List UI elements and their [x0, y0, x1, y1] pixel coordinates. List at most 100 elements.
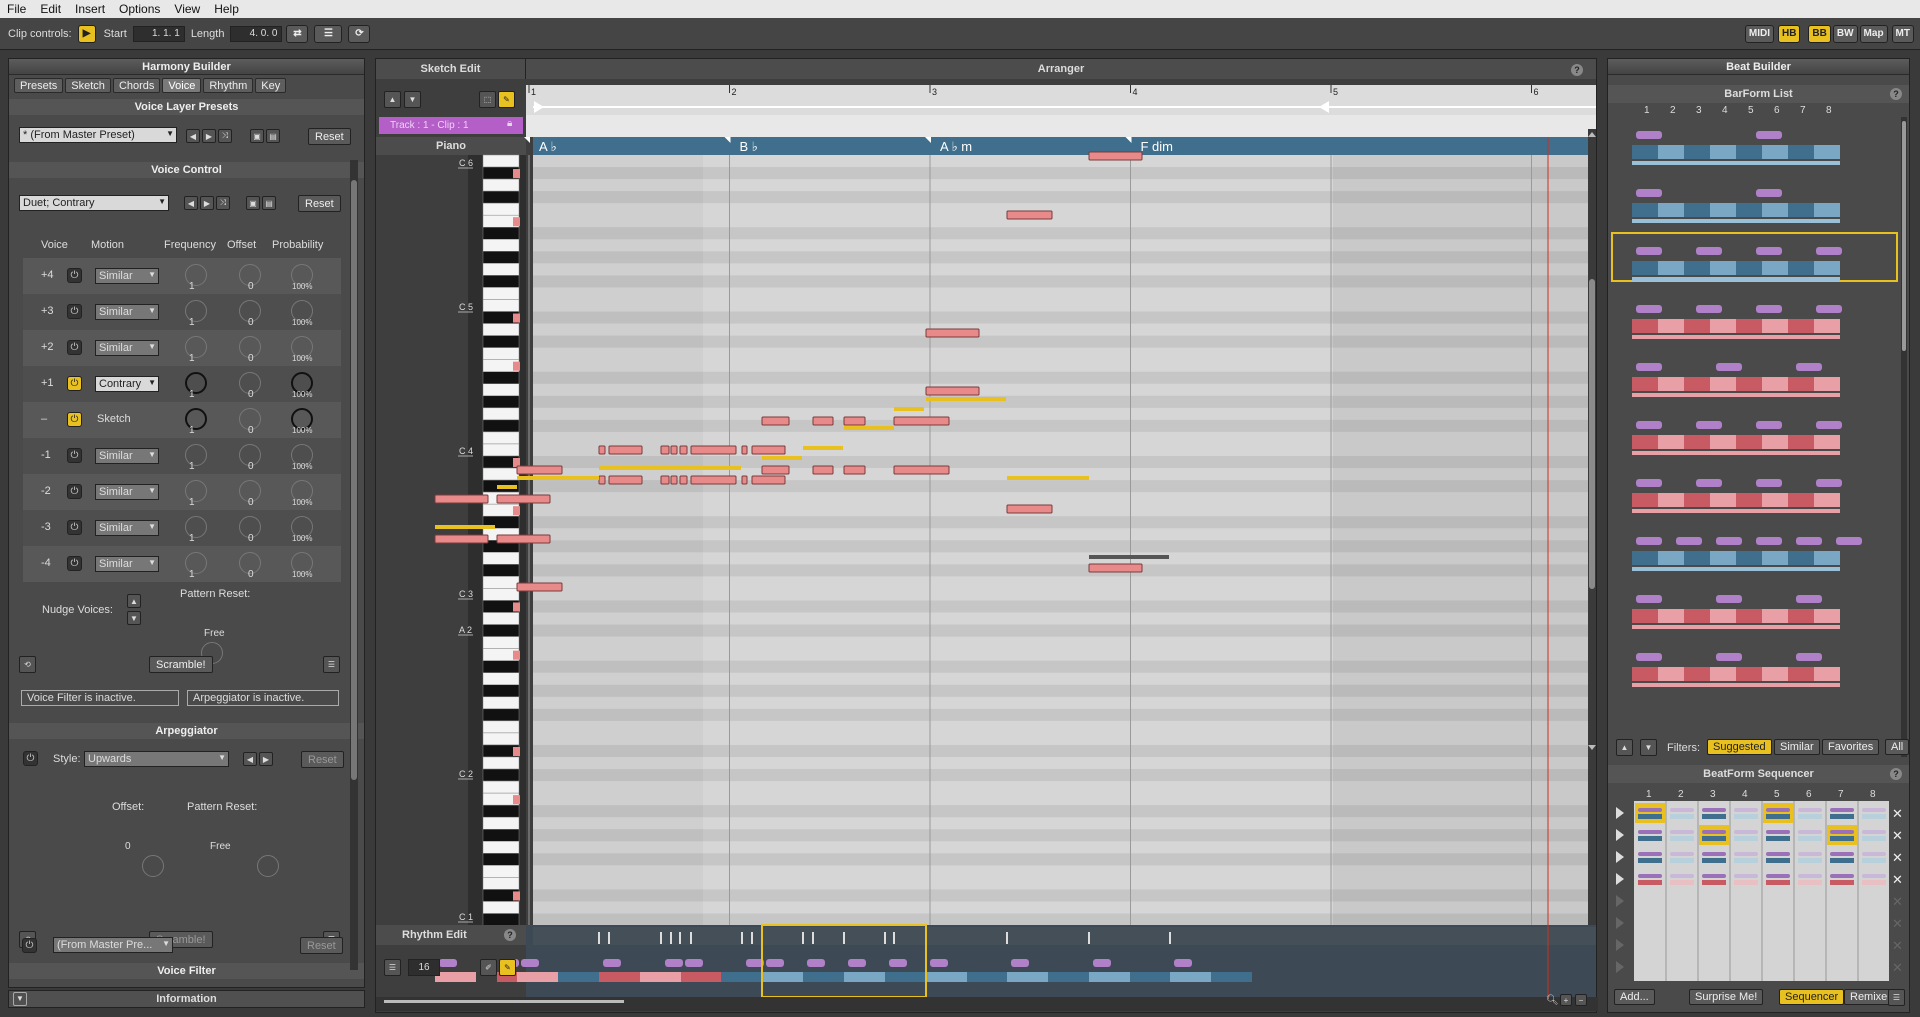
sequencer-button[interactable]: Sequencer	[1779, 989, 1845, 1005]
rhythm-voice-pill[interactable]	[1093, 959, 1111, 967]
voice-power-icon[interactable]: ⏻	[67, 412, 82, 427]
piano-black-key[interactable]	[482, 419, 520, 433]
loop-icon[interactable]: ⇄	[286, 24, 309, 43]
barform-row[interactable]	[1632, 123, 1635, 125]
tab-voice[interactable]: Voice	[162, 78, 202, 93]
voice-note[interactable]	[803, 446, 843, 450]
note[interactable]	[1088, 151, 1143, 161]
preset-reset-button[interactable]: Reset	[308, 128, 351, 145]
piano-white-key[interactable]	[482, 263, 520, 276]
rhythm-segment[interactable]	[844, 972, 885, 982]
rhythm-voice-pill[interactable]	[930, 959, 948, 967]
note[interactable]	[1006, 504, 1053, 514]
motion-select[interactable]: Contrary ▼	[95, 376, 159, 392]
rhythm-segment[interactable]	[803, 972, 844, 982]
barform-row[interactable]	[1632, 645, 1635, 647]
note[interactable]	[690, 475, 737, 485]
chord-label[interactable]: B ♭	[740, 139, 758, 154]
remove-row-icon[interactable]: ✕	[1892, 807, 1903, 822]
voice-filter-select[interactable]: (From Master Pre... ▼	[53, 937, 173, 953]
piano-black-key[interactable]	[482, 624, 520, 637]
barform-row[interactable]	[1632, 471, 1635, 473]
barform-row[interactable]	[1632, 239, 1635, 241]
voice-power-icon[interactable]: ⏻	[67, 376, 82, 391]
note[interactable]	[925, 328, 980, 338]
zoom-icon[interactable]: 🔍︎	[1546, 995, 1559, 1006]
voice-power-icon[interactable]: ⏻	[67, 268, 82, 283]
scroll-thumb[interactable]	[1589, 279, 1595, 589]
bb-button[interactable]: BB	[1808, 24, 1831, 43]
save-icon[interactable]: ▣	[246, 196, 260, 210]
chord-label[interactable]: A ♭	[539, 139, 557, 154]
row-expand-icon[interactable]	[1616, 807, 1624, 819]
piano-white-key[interactable]	[482, 841, 520, 854]
next-icon[interactable]: ▶	[202, 129, 216, 143]
motion-select[interactable]: Similar ▼	[95, 484, 159, 500]
row-expand-icon[interactable]	[1616, 873, 1624, 885]
delete-icon[interactable]: ▤	[262, 196, 276, 210]
save-icon[interactable]: ▣	[250, 129, 264, 143]
rhythm-voice-pill[interactable]	[603, 959, 621, 967]
arranger-canvas[interactable]: 1 2 3 4 5 6 A ♭ B ♭ A ♭ m F dim C 6 C 5 C 4 C 3 A 2 C 2…	[376, 59, 1598, 1014]
barform-scroll-thumb[interactable]	[1902, 121, 1906, 351]
map-button[interactable]: Map	[1859, 24, 1888, 43]
piano-white-key[interactable]	[482, 443, 520, 457]
voice-note-muted[interactable]	[1089, 555, 1169, 559]
rhythm-segment[interactable]	[435, 972, 476, 982]
note[interactable]	[893, 465, 950, 475]
piano-black-key[interactable]	[482, 251, 520, 264]
rhythm-segment[interactable]	[681, 972, 722, 982]
remove-row-icon[interactable]: ✕	[1892, 895, 1903, 910]
arp-pattern-reset-knob[interactable]	[257, 855, 280, 877]
motion-select[interactable]: Similar ▼	[95, 340, 159, 356]
rhythm-voice-pill[interactable]	[685, 959, 703, 967]
remove-row-icon[interactable]: ✕	[1892, 851, 1903, 866]
note[interactable]	[741, 445, 748, 455]
voice-power-icon[interactable]: ⏻	[67, 484, 82, 499]
filter-similar[interactable]: Similar	[1774, 739, 1820, 755]
rhythm-segment[interactable]	[1170, 972, 1211, 982]
rhythm-voice-pill[interactable]	[439, 959, 457, 967]
prev-icon[interactable]: ◀	[184, 196, 198, 210]
note[interactable]	[516, 465, 563, 475]
rhythm-voice-pill[interactable]	[766, 959, 784, 967]
vf-reset-button[interactable]: Reset	[300, 937, 343, 954]
piano-black-key[interactable]	[482, 190, 520, 204]
motion-select[interactable]: Similar ▼	[95, 556, 159, 572]
zoom-in-icon[interactable]: +	[1560, 994, 1572, 1006]
rhythm-segment[interactable]	[558, 972, 599, 982]
rhythm-grid-field[interactable]: 16	[408, 959, 440, 976]
piano-white-key[interactable]	[482, 323, 520, 336]
menu-icon[interactable]: ☰	[1888, 989, 1905, 1006]
rhythm-segment[interactable]	[1089, 972, 1130, 982]
prev-icon[interactable]: ◀	[243, 752, 257, 766]
next-icon[interactable]: ▶	[200, 196, 214, 210]
arp-offset-knob[interactable]	[142, 855, 165, 877]
rhythm-segment[interactable]	[1130, 972, 1171, 982]
rhythm-segment[interactable]	[1007, 972, 1048, 982]
length-field[interactable]: 4. 0. 0	[230, 25, 283, 42]
piano-white-key[interactable]	[482, 287, 520, 300]
piano-white-key[interactable]	[482, 383, 520, 397]
hb-button[interactable]: HB	[1777, 24, 1801, 43]
row-expand-icon[interactable]	[1616, 961, 1624, 973]
note[interactable]	[751, 445, 786, 455]
clip-view-icon[interactable]: ☰	[314, 24, 343, 43]
voice-power-icon[interactable]: ⏻	[67, 304, 82, 319]
barform-list[interactable]: 1 2 3 4 5 6 7 8	[1608, 103, 1909, 787]
piano-white-key[interactable]	[482, 407, 520, 421]
note[interactable]	[741, 475, 748, 485]
piano-black-key[interactable]	[482, 335, 520, 348]
prev-icon[interactable]: ◀	[186, 129, 200, 143]
piano-black-key[interactable]	[482, 395, 520, 409]
rhythm-voice-pill[interactable]	[1011, 959, 1029, 967]
note[interactable]	[679, 475, 688, 485]
play-icon[interactable]: ▶	[77, 24, 96, 43]
piano-black-key[interactable]	[482, 226, 520, 240]
sequencer-cell-selected[interactable]	[1635, 803, 1665, 823]
voice-control-reset-button[interactable]: Reset	[298, 195, 341, 212]
refresh-icon[interactable]: ⟳	[348, 24, 371, 43]
note[interactable]	[925, 386, 980, 396]
delete-icon[interactable]: ▤	[266, 129, 280, 143]
sequencer-cell-selected[interactable]	[1763, 803, 1793, 823]
